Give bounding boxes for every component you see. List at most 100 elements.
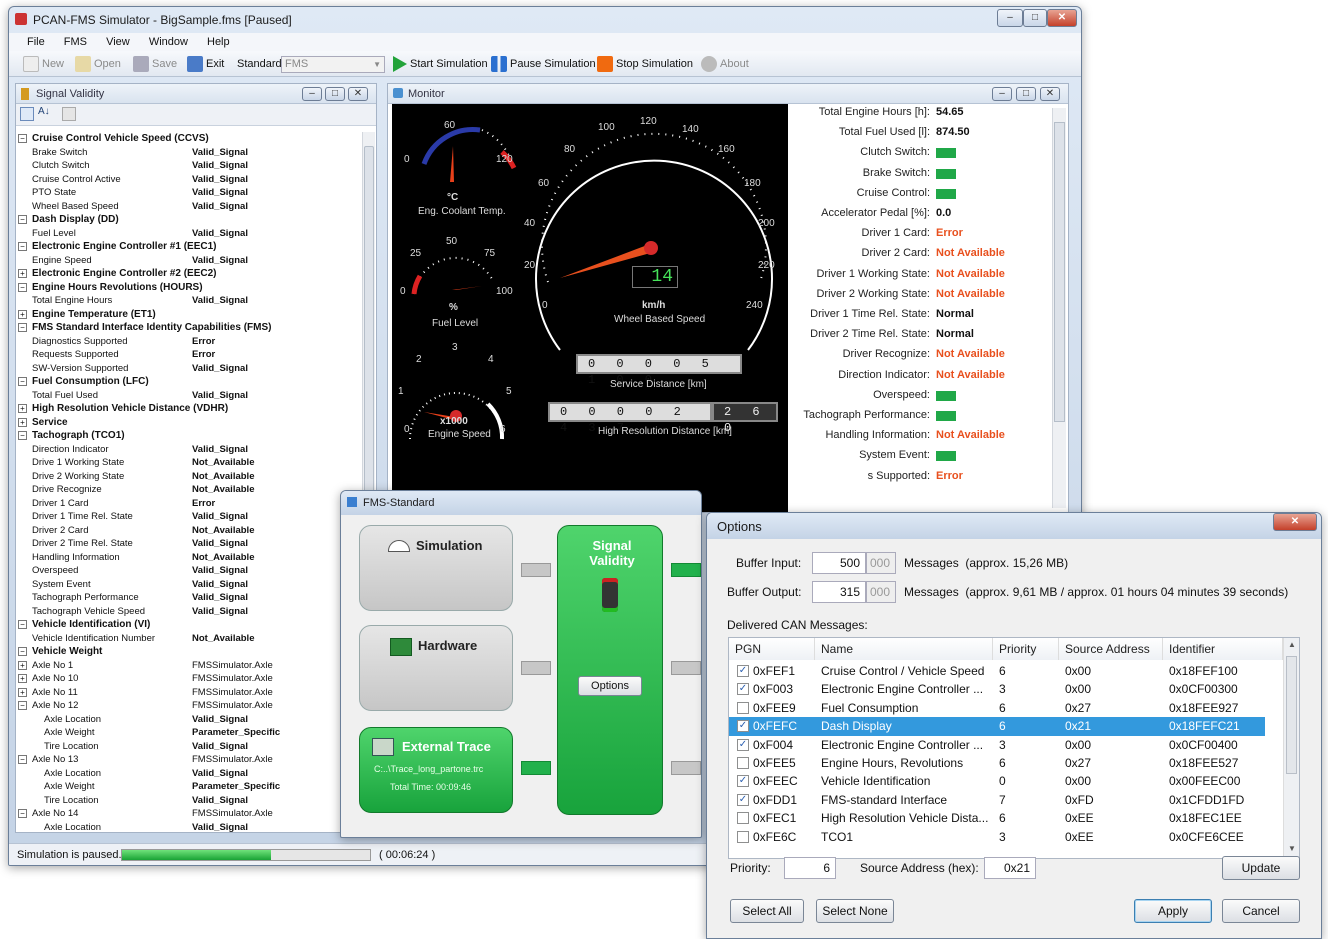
signal-row[interactable]: SW-Version Supported Valid_Signal xyxy=(16,362,362,376)
panel-restore-button[interactable]: □ xyxy=(325,87,345,101)
monitor-close-button[interactable]: ✕ xyxy=(1040,87,1060,101)
signal-row[interactable]: Handling Information Not_Available xyxy=(16,551,362,565)
signal-group-row[interactable]: + Service xyxy=(16,416,362,430)
signal-row[interactable]: Drive 2 Working State Not_Available xyxy=(16,470,362,484)
can-message-row[interactable]: ✓ 0xFDD1 FMS-standard Interface 7 0xFD 0x1CFD… xyxy=(729,791,1265,809)
collapse-icon[interactable]: − xyxy=(18,701,27,710)
checked-checkbox[interactable]: ✓ xyxy=(737,720,749,733)
priority-field[interactable]: 6 xyxy=(784,857,836,879)
signal-row[interactable]: Tire Location Valid_Signal xyxy=(16,794,362,808)
can-message-row[interactable]: ✓ 0xF003 Electronic Engine Controller ... 3… xyxy=(729,680,1265,698)
scroll-up-arrow[interactable]: ▲ xyxy=(1288,640,1296,649)
collapse-icon[interactable]: − xyxy=(18,215,27,224)
collapse-icon[interactable]: − xyxy=(18,809,27,818)
expand-icon[interactable]: + xyxy=(18,404,27,413)
monitor-minimize-button[interactable]: – xyxy=(992,87,1012,101)
monitor-scroll-thumb[interactable] xyxy=(1054,122,1065,422)
can-message-row[interactable]: ✓ 0xFEF1 Cruise Control / Vehicle Speed 6 0x… xyxy=(729,662,1265,680)
checked-checkbox[interactable]: ✓ xyxy=(737,775,749,788)
hardware-box[interactable]: Hardware xyxy=(359,625,513,711)
signal-row[interactable]: Tachograph Vehicle Speed Valid_Signal xyxy=(16,605,362,619)
can-message-row[interactable]: ✓ 0xF004 Electronic Engine Controller ... 3… xyxy=(729,736,1265,754)
unchecked-checkbox[interactable] xyxy=(737,830,749,843)
signal-group-row[interactable]: − FMS Standard Interface Identity Capabil… xyxy=(16,321,362,335)
panel-close-button[interactable]: ✕ xyxy=(348,87,368,101)
unchecked-checkbox[interactable] xyxy=(737,757,749,769)
sort-az-icon[interactable]: A↓ xyxy=(38,106,50,117)
checked-checkbox[interactable]: ✓ xyxy=(737,793,749,806)
collapse-icon[interactable]: − xyxy=(18,323,27,332)
signal-row[interactable]: Axle Weight Parameter_Specific xyxy=(16,780,362,794)
signal-row[interactable]: Cruise Control Active Valid_Signal xyxy=(16,173,362,187)
monitor-restore-button[interactable]: □ xyxy=(1016,87,1036,101)
scroll-down-arrow[interactable]: ▼ xyxy=(1288,844,1296,853)
close-button[interactable]: ✕ xyxy=(1047,9,1077,27)
expand-icon[interactable]: + xyxy=(18,687,27,697)
col-name[interactable]: Name xyxy=(815,638,993,660)
signal-row[interactable]: Axle Location Valid_Signal xyxy=(16,821,362,835)
menu-fms[interactable]: FMS xyxy=(56,33,95,51)
pause-simulation-button[interactable]: Pause Simulation xyxy=(491,55,596,73)
signal-row[interactable]: Driver 1 Time Rel. State Valid_Signal xyxy=(16,510,362,524)
about-button[interactable]: About xyxy=(701,55,749,73)
signal-row[interactable]: Clutch Switch Valid_Signal xyxy=(16,159,362,173)
signal-row[interactable]: Total Fuel Used Valid_Signal xyxy=(16,389,362,403)
menu-help[interactable]: Help xyxy=(199,33,238,51)
menu-window[interactable]: Window xyxy=(141,33,196,51)
expand-icon[interactable]: + xyxy=(18,269,27,278)
signal-row[interactable]: − Axle No 12 FMSSimulator.Axle xyxy=(16,699,362,713)
buffer-output-field[interactable]: 315 xyxy=(812,581,866,603)
panel-minimize-button[interactable]: – xyxy=(302,87,322,101)
apply-button[interactable]: Apply xyxy=(1134,899,1212,923)
signal-row[interactable]: Driver 1 Card Error xyxy=(16,497,362,511)
signal-row[interactable]: + Axle No 10 FMSSimulator.Axle xyxy=(16,672,362,686)
checked-checkbox[interactable]: ✓ xyxy=(737,683,749,696)
can-message-row[interactable]: 0xFEE9 Fuel Consumption 6 0x27 0x18FEE927 xyxy=(729,699,1265,717)
signal-row[interactable]: Axle Location Valid_Signal xyxy=(16,713,362,727)
signal-row[interactable]: Wheel Based Speed Valid_Signal xyxy=(16,200,362,214)
can-message-row[interactable]: 0xFEC1 High Resolution Vehicle Dista... 6 0… xyxy=(729,809,1265,827)
simulation-box[interactable]: Simulation xyxy=(359,525,513,611)
expand-icon[interactable]: + xyxy=(18,660,27,670)
signal-row[interactable]: + Axle No 11 FMSSimulator.Axle xyxy=(16,686,362,700)
select-all-button[interactable]: Select All xyxy=(730,899,804,923)
maximize-button[interactable]: □ xyxy=(1023,9,1047,27)
buffer-input-field[interactable]: 500 xyxy=(812,552,866,574)
signal-group-row[interactable]: − Electronic Engine Controller #1 (EEC1) xyxy=(16,240,362,254)
new-button[interactable]: New xyxy=(23,55,64,73)
can-message-row[interactable]: ✓ 0xFEEC Vehicle Identification 0 0x00 0x00FE… xyxy=(729,772,1265,790)
menu-file[interactable]: File xyxy=(9,33,53,51)
collapse-icon[interactable]: − xyxy=(18,242,27,251)
categorized-icon[interactable] xyxy=(20,107,34,121)
signal-row[interactable]: Vehicle Identification Number Not_Availab… xyxy=(16,632,362,646)
options-close-button[interactable]: ✕ xyxy=(1273,513,1317,531)
monitor-scrollbar[interactable] xyxy=(1052,108,1066,508)
standard-select[interactable]: FMS ▼ xyxy=(281,56,385,73)
signal-group-row[interactable]: + Engine Temperature (ET1) xyxy=(16,308,362,322)
can-message-row[interactable]: 0xFEE5 Engine Hours, Revolutions 6 0x27 0x18… xyxy=(729,754,1265,772)
minimize-button[interactable]: – xyxy=(997,9,1023,27)
signal-row[interactable]: System Event Valid_Signal xyxy=(16,578,362,592)
start-simulation-button[interactable]: Start Simulation xyxy=(393,55,488,73)
select-none-button[interactable]: Select None xyxy=(816,899,894,923)
signal-row[interactable]: Diagnostics Supported Error xyxy=(16,335,362,349)
signal-row[interactable]: Requests Supported Error xyxy=(16,348,362,362)
list-scrollbar[interactable]: ▲ ▼ xyxy=(1283,638,1299,858)
signal-row[interactable]: Driver 2 Card Not_Available xyxy=(16,524,362,538)
signal-group-row[interactable]: − Tachograph (TCO1) xyxy=(16,429,362,443)
signal-row[interactable]: Tire Location Valid_Signal xyxy=(16,740,362,754)
signal-row[interactable]: − Axle No 14 FMSSimulator.Axle xyxy=(16,807,362,821)
list-scroll-thumb[interactable] xyxy=(1286,656,1297,774)
signal-row[interactable]: Fuel Level Valid_Signal xyxy=(16,227,362,241)
checked-checkbox[interactable]: ✓ xyxy=(737,738,749,751)
signal-group-row[interactable]: + High Resolution Vehicle Distance (VDHR) xyxy=(16,402,362,416)
collapse-icon[interactable]: − xyxy=(18,755,27,764)
signal-row[interactable]: PTO State Valid_Signal xyxy=(16,186,362,200)
open-button[interactable]: Open xyxy=(75,55,121,73)
col-source-address[interactable]: Source Address xyxy=(1059,638,1163,660)
collapse-icon[interactable]: − xyxy=(18,134,27,143)
signal-group-row[interactable]: − Engine Hours Revolutions (HOURS) xyxy=(16,281,362,295)
signal-row[interactable]: Driver 2 Time Rel. State Valid_Signal xyxy=(16,537,362,551)
col-priority[interactable]: Priority xyxy=(993,638,1059,660)
expand-icon[interactable]: + xyxy=(18,309,27,319)
